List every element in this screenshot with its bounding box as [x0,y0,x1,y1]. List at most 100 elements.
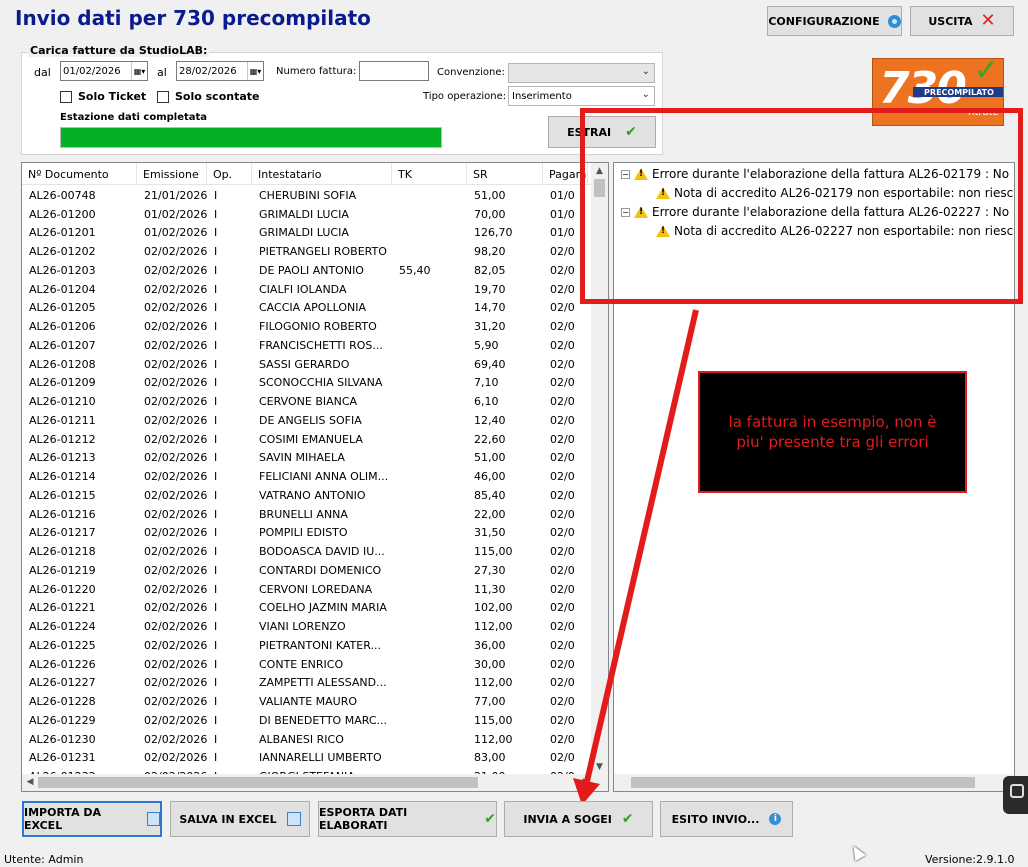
table-row[interactable]: AL26-01207 02/02/2026 I FRANCISCHETTI ROS..… [22,336,594,355]
table-row[interactable]: AL26-01218 02/02/2026 I BODOASCA DAVID IU..… [22,542,594,561]
table-row[interactable]: AL26-01214 02/02/2026 I FELICIANI ANNA OLIM… [22,467,594,486]
table-row[interactable]: AL26-01203 02/02/2026 I DE PAOLI ANTONIO 55,… [22,261,594,280]
operation-type-select[interactable]: Inserimento ⌄ [508,86,655,106]
invoice-table[interactable]: Nº Documento Emissione Op. Intestatario TK SR… [21,162,609,792]
table-cell: 02/02/2026 [144,470,207,484]
save-excel-button[interactable]: SALVA IN EXCEL [170,801,310,837]
send-sogei-button[interactable]: INVIA A SOGEI ✔ [504,801,653,837]
table-row[interactable]: AL26-01212 02/02/2026 I COSIMI EMANUELA 22,6… [22,430,594,449]
table-row[interactable]: AL26-01208 02/02/2026 I SASSI GERARDO 69,40 0… [22,355,594,374]
table-cell: IANNARELLI UMBERTO [259,751,382,765]
collapse-icon[interactable]: − [621,207,630,217]
scrollbar-thumb[interactable] [38,777,478,788]
header-payment[interactable]: Pagam [543,163,588,184]
table-row[interactable]: AL26-01215 02/02/2026 I VATRANO ANTONIO 85,4… [22,486,594,505]
side-panel-tab[interactable] [1003,776,1028,814]
table-row[interactable]: AL26-01216 02/02/2026 I BRUNELLI ANNA 22,00 0… [22,505,594,524]
log-detail-item[interactable]: Nota di accredito AL26-02179 non esporta… [656,186,1013,200]
table-row[interactable]: AL26-01229 02/02/2026 I DI BENEDETTO MARC..… [22,711,594,730]
table-cell: BRUNELLI ANNA [259,507,348,521]
table-row[interactable]: AL26-01206 02/02/2026 I FILOGONIO ROBERTO 31… [22,317,594,336]
table-row[interactable]: AL26-01231 02/02/2026 I IANNARELLI UMBERTO 8… [22,749,594,768]
checkbox-box[interactable] [157,90,169,103]
to-date-value: 28/02/2026 [179,65,237,77]
table-cell: 115,00 [474,545,513,559]
checkmark-icon: ✔ [484,811,496,827]
table-cell: PIETRANTONI KATER... [259,638,381,652]
extract-button[interactable]: ESTRAI ✔ [548,116,656,148]
table-row[interactable]: AL26-01202 02/02/2026 I PIETRANGELI ROBERTO… [22,242,594,261]
table-cell: 02/0 [550,601,575,615]
to-date-picker[interactable]: 28/02/2026 ▦▾ [176,61,264,81]
table-cell: AL26-01201 [29,226,96,240]
header-document-number[interactable]: Nº Documento [22,163,137,184]
import-excel-button[interactable]: IMPORTA DA EXCEL [22,801,162,837]
header-issue-date[interactable]: Emissione [137,163,207,184]
table-cell: 6,10 [474,395,499,409]
calendar-dropdown-icon[interactable]: ▦▾ [131,62,147,80]
scrollbar-thumb[interactable] [631,777,975,788]
table-cell: 83,00 [474,751,506,765]
solo-scontate-checkbox[interactable]: Solo scontate [157,90,260,103]
calendar-dropdown-icon[interactable]: ▦▾ [247,62,263,80]
table-cell: I [214,676,218,690]
header-sr[interactable]: SR [467,163,543,184]
table-cell: 02/0 [550,395,575,409]
scroll-left-icon[interactable]: ◀ [22,774,38,791]
table-cell: I [214,638,218,652]
scroll-down-icon[interactable]: ▼ [591,759,608,775]
table-row[interactable]: AL26-01211 02/02/2026 I DE ANGELIS SOFIA 12,… [22,411,594,430]
scrollbar-thumb[interactable] [594,179,605,197]
table-row[interactable]: AL26-01210 02/02/2026 I CERVONE BIANCA 6,10 0… [22,392,594,411]
table-row[interactable]: AL26-01204 02/02/2026 I CIALFI IOLANDA 19,70… [22,280,594,299]
table-row[interactable]: AL26-01226 02/02/2026 I CONTE ENRICO 30,00 02… [22,655,594,674]
log-detail-item[interactable]: Nota di accredito AL26-02227 non esporta… [656,224,1013,238]
table-row[interactable]: AL26-01221 02/02/2026 I COELHO JAZMIN MARIA… [22,599,594,618]
send-outcome-button[interactable]: ESITO INVIO... i [660,801,793,837]
invoice-number-input[interactable] [359,61,429,81]
checkbox-box[interactable] [60,90,72,103]
table-row[interactable]: AL26-01205 02/02/2026 I CACCIA APOLLONIA 14,… [22,299,594,318]
convention-select[interactable]: ⌄ [508,63,655,83]
table-row[interactable]: AL26-01201 01/02/2026 I GRIMALDI LUCIA 126,7… [22,224,594,243]
table-cell: POMPILI EDISTO [259,526,348,540]
table-row[interactable]: AL26-01228 02/02/2026 I VALIANTE MAURO 77,00… [22,692,594,711]
checkmark-icon: ✔ [625,124,637,140]
log-text: Nota di accredito AL26-02227 non esporta… [674,224,1014,238]
table-cell: I [214,601,218,615]
solo-ticket-checkbox[interactable]: Solo Ticket [60,90,146,103]
table-cell: CERVONI LOREDANA [259,582,373,596]
scroll-up-icon[interactable]: ▲ [591,163,608,179]
table-row[interactable]: AL26-01217 02/02/2026 I POMPILI EDISTO 31,50… [22,524,594,543]
checkmark-icon: ✔ [621,811,634,827]
table-row[interactable]: AL26-01230 02/02/2026 I ALBANESI RICO 112,00… [22,730,594,749]
table-row[interactable]: AL26-00748 21/01/2026 I CHERUBINI SOFIA 51,0… [22,186,594,205]
table-cell: 30,00 [474,657,506,671]
header-holder[interactable]: Intestatario [252,163,392,184]
header-operation[interactable]: Op. [207,163,252,184]
table-row[interactable]: AL26-01213 02/02/2026 I SAVIN MIHAELA 51,00 0… [22,449,594,468]
horizontal-scrollbar[interactable] [614,774,1014,791]
export-data-button[interactable]: ESPORTA DATI ELABORATI ✔ [318,801,497,837]
log-error-item[interactable]: − Errore durante l'elaborazione della fat… [621,167,1009,181]
table-row[interactable]: AL26-01220 02/02/2026 I CERVONI LOREDANA 11,… [22,580,594,599]
configuration-button[interactable]: CONFIGURAZIONE [767,6,902,36]
log-error-item[interactable]: − Errore durante l'elaborazione della fat… [621,205,1009,219]
from-date-picker[interactable]: 01/02/2026 ▦▾ [60,61,148,81]
table-cell: ALBANESI RICO [259,732,344,746]
vertical-scrollbar[interactable]: ▲ ▼ [591,163,608,775]
table-row[interactable]: AL26-01209 02/02/2026 I SCONOCCHIA SILVANA 7… [22,374,594,393]
header-ticket[interactable]: TK [392,163,467,184]
chevron-down-icon: ⌄ [641,89,650,100]
table-row[interactable]: AL26-01227 02/02/2026 I ZAMPETTI ALESSAND..… [22,674,594,693]
table-row[interactable]: AL26-01224 02/02/2026 I VIANI LORENZO 112,00… [22,617,594,636]
exit-button[interactable]: USCITA ✕ [910,6,1014,36]
horizontal-scrollbar[interactable]: ◀ ▶ [22,774,594,791]
solo-ticket-label: Solo Ticket [78,90,147,103]
table-row[interactable]: AL26-01225 02/02/2026 I PIETRANTONI KATER..… [22,636,594,655]
table-cell: 02/02/2026 [144,507,207,521]
table-row[interactable]: AL26-01200 01/02/2026 I GRIMALDI LUCIA 70,00… [22,205,594,224]
table-row[interactable]: AL26-01219 02/02/2026 I CONTARDI DOMENICO 27… [22,561,594,580]
collapse-icon[interactable]: − [621,169,630,179]
invoice-number-label: Numero fattura: [276,66,357,77]
